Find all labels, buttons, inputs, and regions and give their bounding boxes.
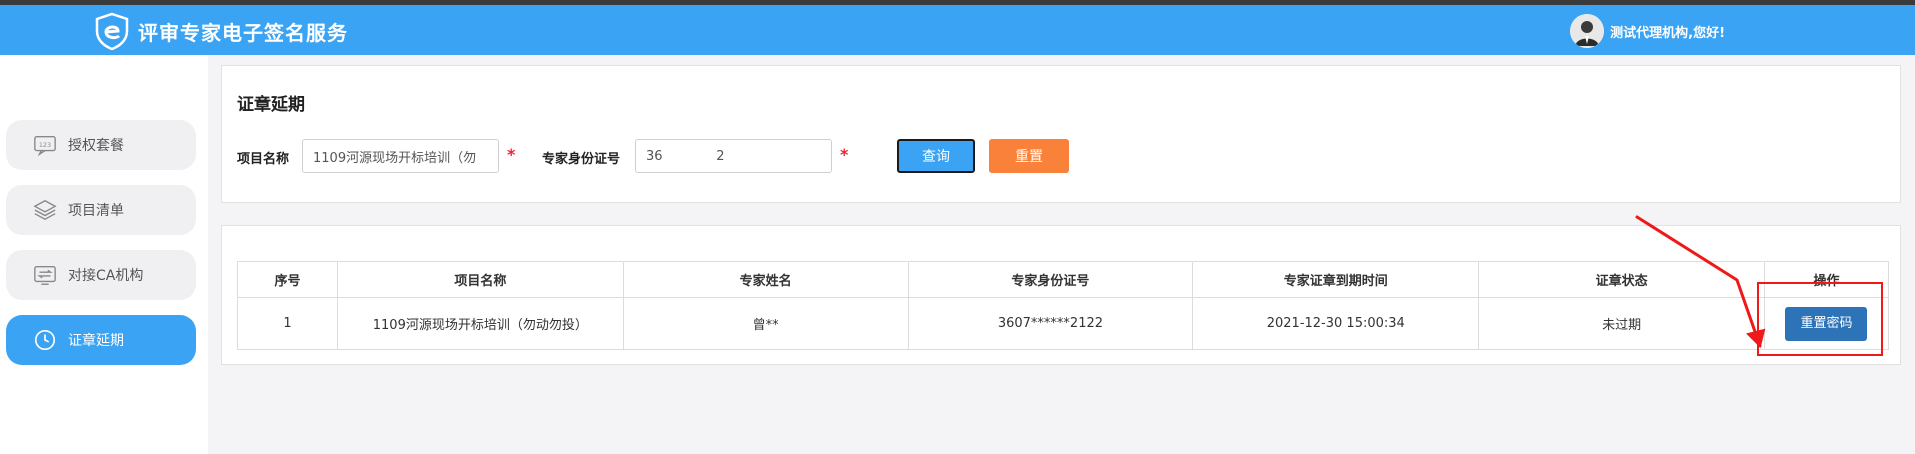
annotation-arrow-icon — [1635, 215, 1766, 348]
